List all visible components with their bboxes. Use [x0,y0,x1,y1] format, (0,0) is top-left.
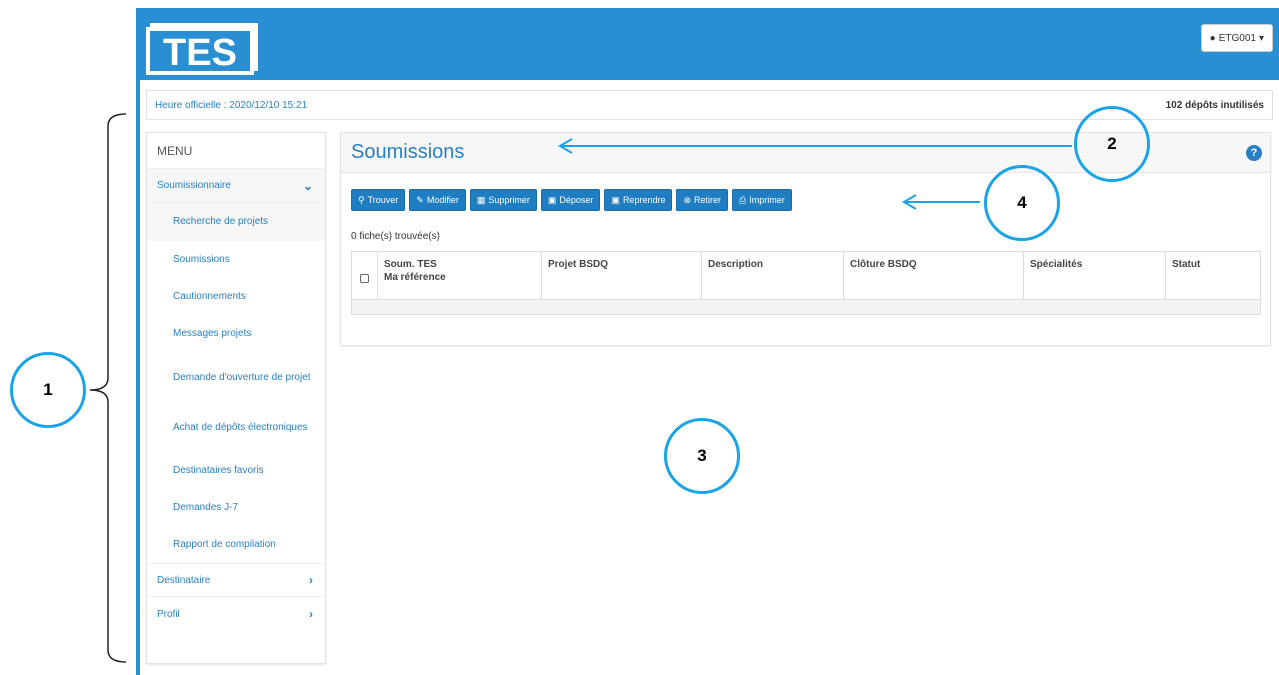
sidebar-group-soumissionnaire[interactable]: Soumissionnaire ⌄ [147,169,325,203]
action-toolbar: ⚲ Trouver ✎ Modifier ▦ Supprimer ▣ Dépos… [351,189,792,211]
button-label: Imprimer [749,195,785,205]
info-bar: Heure officielle : 2020/12/10 15:21 102 … [146,90,1273,120]
column-header-projet-bsdq[interactable]: Projet BSDQ [542,252,702,299]
sidebar-item-soumissions[interactable]: Soumissions [147,241,325,279]
column-header-line1: Soum. TES [384,259,437,270]
user-menu-label: ETG001 [1218,32,1256,44]
imprimer-button[interactable]: ⎙ Imprimer [732,189,792,211]
column-header-statut[interactable]: Statut [1166,252,1260,299]
annotation-circle-1: 1 [10,352,86,428]
print-icon: ⎙ [739,194,747,205]
retirer-button[interactable]: ⊗ Retirer [676,189,729,211]
caret-down-icon: ▾ [1258,32,1264,44]
column-header-specialites[interactable]: Spécialités [1024,252,1166,299]
sidebar-item-label: Achat de dépôts électroniques [173,422,308,433]
submissions-panel: Soumissions ? ⚲ Trouver ✎ Modifier ▦ Sup… [340,132,1271,346]
sidebar-item-label: Messages projets [173,328,252,339]
table-header: Soum. TES Ma référence Projet BSDQ Descr… [352,252,1260,300]
chevron-right-icon: › [309,607,313,621]
sidebar-item-label: Rapport de compilation [173,539,276,550]
column-header-line2: Ma référence [384,272,446,283]
button-label: Reprendre [622,195,666,205]
button-label: Déposer [559,195,594,205]
trouver-button[interactable]: ⚲ Trouver [351,189,406,211]
logo-text: TES [163,32,237,74]
sidebar-item-cautionnements[interactable]: Cautionnements [147,279,325,315]
submissions-table: Soum. TES Ma référence Projet BSDQ Descr… [351,251,1261,315]
button-label: Modifier [426,195,459,205]
search-icon: ⚲ [358,194,365,205]
sidebar-item-label: Soumissions [173,254,230,265]
sidebar-group-destinataire[interactable]: Destinataire › [147,563,325,597]
trash-icon: ▦ [476,194,486,205]
app-window: TES ● ETG001 ▾ Heure officielle : 2020/1… [140,8,1279,675]
page-title: Soumissions [351,141,465,163]
button-label: Trouver [367,195,399,205]
sidebar-item-label: Recherche de projets [173,216,269,227]
sidebar-item-label: Demandes J-7 [173,502,239,513]
official-time: Heure officielle : 2020/12/10 15:21 [155,99,308,111]
unused-deposits-count: 102 dépôts inutilisés [1165,99,1264,111]
column-header-label: Spécialités [1030,259,1083,270]
annotation-label: 1 [43,380,53,399]
sidebar-group-profil[interactable]: Profil › [147,597,325,631]
pencil-icon: ✎ [416,194,424,205]
supprimer-button[interactable]: ▦ Supprimer [469,189,537,211]
lock-icon: ▣ [547,194,557,205]
select-all-checkbox[interactable] [360,274,369,283]
column-header-soum-tes[interactable]: Soum. TES Ma référence [378,252,542,299]
sidebar-item-label: Cautionnements [173,291,246,302]
sidebar-group-label: Destinataire [157,574,211,586]
sidebar-group-label: Profil [157,608,180,620]
user-menu-button[interactable]: ● ETG001 ▾ [1200,24,1273,52]
sidebar-group-label: Soumissionnaire [157,180,231,191]
chevron-right-icon: › [309,573,313,587]
sidebar-item-demande-ouverture-projet[interactable]: Demande d'ouverture de projet [147,353,325,403]
tes-logo: TES [146,23,258,75]
results-count: 0 fiche(s) trouvée(s) [351,231,440,242]
sidebar-item-recherche-de-projets[interactable]: Recherche de projets [147,203,325,241]
column-header-description[interactable]: Description [702,252,844,299]
unlock-icon: ▣ [611,194,620,205]
sidebar-item-destinataires-favoris[interactable]: Destinataires favoris [147,453,325,489]
reprendre-button[interactable]: ▣ Reprendre [604,189,673,211]
bracket-annotation-1 [89,113,127,663]
column-header-label: Description [708,259,764,270]
column-header-label: Projet BSDQ [548,259,609,270]
sidebar-item-demandes-j7[interactable]: Demandes J-7 [147,489,325,527]
menu-title: MENU [147,133,325,169]
button-label: Supprimer [488,195,530,205]
sidebar-menu: MENU Soumissionnaire ⌄ Recherche de proj… [146,132,326,664]
sidebar-item-messages-projets[interactable]: Messages projets [147,315,325,353]
column-header-cloture-bsdq[interactable]: Clôture BSDQ [844,252,1024,299]
user-icon: ● [1209,32,1216,44]
remove-icon: ⊗ [683,194,692,205]
top-header-bar: TES ● ETG001 ▾ [140,8,1279,80]
button-label: Retirer [694,195,722,205]
column-header-label: Clôture BSDQ [850,259,917,270]
sidebar-item-rapport-compilation[interactable]: Rapport de compilation [147,527,325,563]
help-icon[interactable]: ? [1246,144,1262,161]
modifier-button[interactable]: ✎ Modifier [409,189,466,211]
sidebar-item-achat-depots[interactable]: Achat de dépôts électroniques [147,403,325,453]
select-all-cell [352,252,378,299]
deposer-button[interactable]: ▣ Déposer [540,189,601,211]
column-header-label: Statut [1172,259,1201,270]
chevron-down-icon: ⌄ [302,178,313,193]
panel-header: Soumissions ? [341,133,1270,173]
table-empty-row [352,300,1260,314]
sidebar-item-label: Destinataires favoris [173,465,264,476]
sidebar-item-label: Demande d'ouverture de projet [173,372,311,383]
